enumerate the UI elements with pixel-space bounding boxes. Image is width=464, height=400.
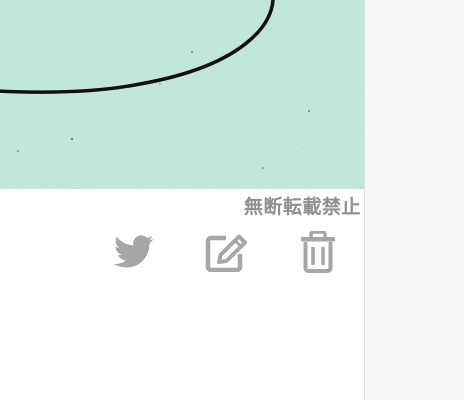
artwork-image bbox=[0, 0, 364, 189]
copyright-notice: 無断転載禁止 bbox=[243, 196, 361, 218]
delete-button[interactable] bbox=[296, 230, 340, 274]
trash-icon bbox=[301, 231, 335, 273]
post-card: 無断転載禁止 bbox=[0, 0, 365, 400]
share-twitter-button[interactable] bbox=[112, 230, 156, 274]
pencil-square-icon bbox=[205, 234, 247, 272]
artwork-drawing bbox=[0, 0, 364, 189]
twitter-bird-icon bbox=[114, 235, 154, 268]
action-bar bbox=[0, 230, 364, 274]
right-panel bbox=[365, 0, 464, 400]
edit-button[interactable] bbox=[204, 230, 248, 274]
